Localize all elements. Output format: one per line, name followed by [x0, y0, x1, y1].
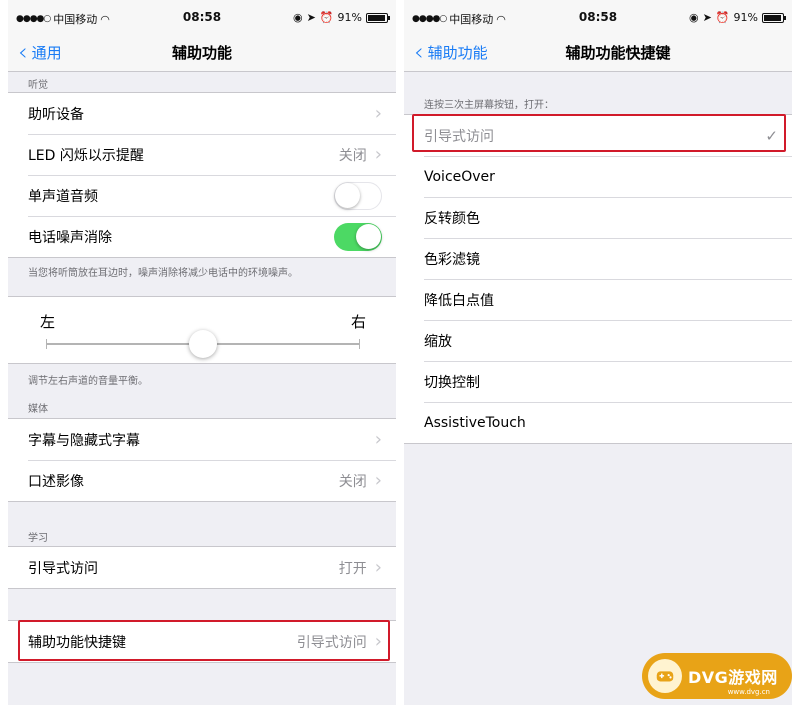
chevron-right-icon: ›	[374, 143, 382, 165]
learning-group: 引导式访问 打开 ›	[8, 546, 396, 589]
section-header-learning: 学习	[28, 533, 48, 544]
option-voiceover[interactable]: VoiceOver	[404, 156, 792, 197]
row-label: 单声道音频	[28, 188, 98, 205]
option-invert-colors[interactable]: 反转颜色	[404, 197, 792, 238]
row-label: 引导式访问	[28, 560, 98, 577]
option-label: 色彩滤镜	[424, 251, 480, 268]
back-button[interactable]: ‹ 通用	[18, 40, 62, 64]
battery-percent: 91%	[337, 11, 362, 24]
shortcut-group: 辅助功能快捷键 引导式访问 ›	[8, 620, 396, 663]
back-button[interactable]: ‹ 辅助功能	[414, 40, 488, 64]
balance-slider-thumb[interactable]	[189, 330, 217, 358]
watermark-logo: DVG游戏网 www.dvg.cn	[642, 653, 792, 699]
row-value: 关闭	[338, 473, 367, 490]
section-header-hearing: 听觉	[28, 80, 48, 91]
noise-cancellation-toggle[interactable]	[334, 222, 382, 251]
page-title: 辅助功能快捷键	[565, 44, 671, 62]
chevron-left-icon: ‹	[414, 38, 424, 66]
row-value: 打开	[338, 560, 367, 577]
row-guided-access[interactable]: 引导式访问 打开 ›	[8, 547, 396, 588]
option-label: 缩放	[424, 333, 452, 350]
battery-icon	[366, 12, 390, 23]
accessibility-screen: ●●●●○ 中国移动 ◠ 08:58 ◉ ➤ ⏰ 91% ‹ 通用 辅助功能 听…	[8, 0, 396, 705]
option-guided-access[interactable]: 引导式访问 ✓	[404, 115, 792, 156]
nav-bar: ‹ 辅助功能 辅助功能快捷键	[404, 34, 792, 72]
noise-footnote: 当您将听筒放在耳边时，噪声消除将减少电话中的环境噪声。	[28, 268, 298, 279]
option-label: VoiceOver	[424, 168, 495, 185]
location-icon: ➤	[702, 11, 712, 24]
media-group: 字幕与隐藏式字幕 › 口述影像 关闭 ›	[8, 418, 396, 502]
option-label: 反转颜色	[424, 210, 480, 227]
row-label: 字幕与隐藏式字幕	[28, 432, 140, 449]
page-title: 辅助功能	[171, 44, 232, 62]
alarm-icon: ⏰	[715, 11, 730, 24]
battery-percent: 91%	[733, 11, 758, 24]
gamepad-icon	[648, 659, 682, 693]
toggle-knob	[335, 182, 360, 208]
mono-audio-toggle[interactable]	[334, 181, 382, 210]
row-noise-cancellation: 电话噪声消除	[8, 216, 396, 257]
section-header-triple-click: 连按三次主屏幕按钮，打开：	[424, 100, 554, 111]
watermark-url: www.dvg.cn	[727, 688, 770, 696]
toggle-knob	[356, 223, 381, 249]
back-label: 辅助功能	[427, 43, 488, 62]
chevron-right-icon: ›	[374, 428, 382, 450]
row-subtitles[interactable]: 字幕与隐藏式字幕 ›	[8, 419, 396, 460]
chevron-right-icon: ›	[374, 630, 382, 652]
chevron-right-icon: ›	[374, 556, 382, 578]
checkmark-icon: ✓	[765, 126, 778, 145]
option-label: 引导式访问	[424, 128, 494, 145]
row-audio-descriptions[interactable]: 口述影像 关闭 ›	[8, 460, 396, 501]
lock-rotation-icon: ◉	[293, 11, 303, 24]
row-label: LED 闪烁以示提醒	[28, 147, 144, 164]
row-label: 电话噪声消除	[28, 229, 112, 246]
option-color-filters[interactable]: 色彩滤镜	[404, 238, 792, 279]
option-label: 降低白点值	[424, 292, 494, 309]
row-led-flash[interactable]: LED 闪烁以示提醒 关闭 ›	[8, 134, 396, 175]
status-bar: ●●●●○ 中国移动 ◠ 08:58 ◉ ➤ ⏰ 91%	[404, 0, 792, 34]
watermark-text: DVG游戏网	[688, 668, 778, 687]
balance-slider-track[interactable]	[46, 330, 360, 358]
accessibility-shortcut-screen: ●●●●○ 中国移动 ◠ 08:58 ◉ ➤ ⏰ 91% ‹ 辅助功能 辅助功能…	[404, 0, 792, 705]
row-label: 助听设备	[28, 106, 84, 123]
status-bar: ●●●●○ 中国移动 ◠ 08:58 ◉ ➤ ⏰ 91%	[8, 0, 396, 34]
balance-right-label: 右	[350, 313, 366, 331]
balance-left-label: 左	[40, 313, 56, 331]
hearing-group: 助听设备 › LED 闪烁以示提醒 关闭 › 单声道音频 电话噪声消除	[8, 92, 396, 258]
chevron-right-icon: ›	[374, 102, 382, 124]
lock-rotation-icon: ◉	[689, 11, 699, 24]
option-zoom[interactable]: 缩放	[404, 320, 792, 361]
row-label: 口述影像	[28, 473, 84, 490]
section-header-media: 媒体	[28, 404, 48, 415]
slider-tick	[359, 339, 360, 349]
row-value: 关闭	[338, 147, 367, 164]
back-label: 通用	[31, 43, 62, 62]
chevron-right-icon: ›	[374, 469, 382, 491]
row-mono-audio: 单声道音频	[8, 175, 396, 216]
battery-icon	[762, 12, 786, 23]
row-label: 辅助功能快捷键	[28, 634, 126, 651]
option-assistivetouch[interactable]: AssistiveTouch	[404, 402, 792, 443]
balance-control: 左 右	[8, 296, 396, 364]
chevron-left-icon: ‹	[18, 38, 28, 66]
balance-footnote: 调节左右声道的音量平衡。	[28, 376, 148, 387]
shortcut-options-group: 引导式访问 ✓ VoiceOver 反转颜色 色彩滤镜 降低白点值 缩放 切换控…	[404, 114, 792, 444]
row-accessibility-shortcut[interactable]: 辅助功能快捷键 引导式访问 ›	[8, 621, 396, 662]
option-reduce-white-point[interactable]: 降低白点值	[404, 279, 792, 320]
nav-bar: ‹ 通用 辅助功能	[8, 34, 396, 72]
row-hearing-devices[interactable]: 助听设备 ›	[8, 93, 396, 134]
alarm-icon: ⏰	[319, 11, 334, 24]
slider-tick	[46, 339, 47, 349]
row-value: 引导式访问	[296, 634, 367, 651]
option-label: AssistiveTouch	[424, 414, 526, 431]
location-icon: ➤	[306, 11, 316, 24]
option-switch-control[interactable]: 切换控制	[404, 361, 792, 402]
option-label: 切换控制	[424, 374, 480, 391]
